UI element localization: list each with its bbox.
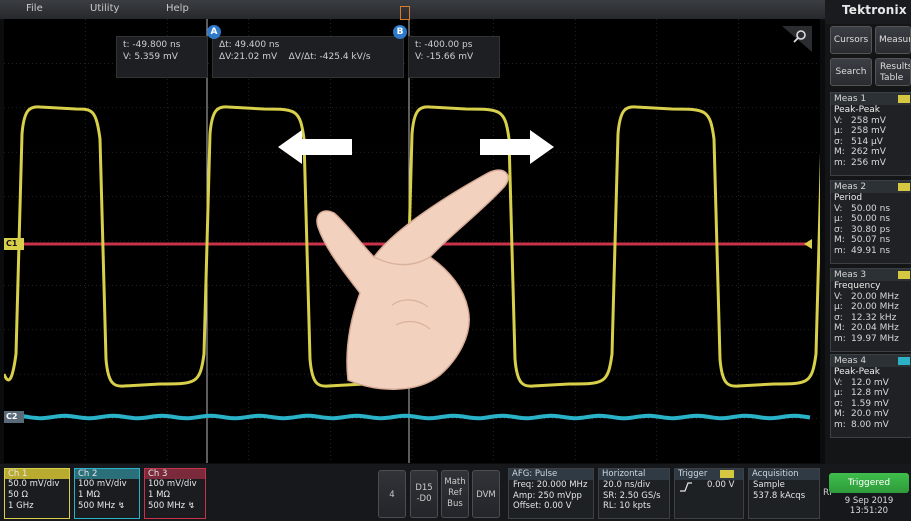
- math-ref-bus-button[interactable]: Math Ref Bus: [441, 470, 469, 518]
- hand-gesture-icon: [316, 169, 509, 390]
- menu-help[interactable]: Help: [166, 3, 189, 14]
- measurement-row: V: 20.00 MHz: [834, 291, 899, 302]
- date-time: 9 Sep 2019 13:51:20: [844, 496, 894, 516]
- channel-3-badge[interactable]: Ch 3 100 mV/div 1 MΩ 500 MHz ↯: [144, 468, 206, 519]
- measurement-row: μ: 12.8 mV: [834, 388, 889, 398]
- measurement-row: m: 8.00 mV: [834, 419, 889, 430]
- dvm-button[interactable]: DVM: [472, 470, 500, 518]
- measurement-row: V: 50.00 ns: [834, 203, 891, 214]
- cursor-b-handle[interactable]: B: [393, 25, 407, 39]
- digital-button[interactable]: D15 -D0: [410, 470, 438, 518]
- measurement-row: M: 20.04 MHz: [834, 323, 899, 333]
- cursor-a-readout: t: -49.800 ns V: 5.359 mV: [116, 36, 208, 78]
- meas-source-badge: [898, 95, 910, 103]
- measurement-name: Period: [834, 193, 863, 203]
- measurement-row: σ: 30.80 ps: [834, 224, 891, 235]
- measurement-2[interactable]: Meas 2 Period V: 50.00 ns μ: 50.00 ns σ: 30.80 …: [830, 180, 911, 264]
- brand-logo: Tektronix: [842, 3, 907, 17]
- measurement-row: σ: 514 μV: [834, 136, 883, 147]
- channel-1-badge[interactable]: Ch 1 50.0 mV/div 50 Ω1 GHz: [4, 468, 70, 519]
- measurement-3[interactable]: Meas 3 Frequency V: 20.00 MHz μ: 20.00 MHz σ: 1…: [830, 268, 911, 352]
- measurement-row: m: 49.91 ns: [834, 245, 891, 256]
- measurement-row: m: 19.97 MHz: [834, 333, 899, 344]
- ch2-trace: [8, 413, 811, 421]
- results-table-button[interactable]: Results Table: [875, 58, 911, 86]
- measurement-1[interactable]: Meas 1 Peak-Peak V: 258 mV μ: 258 mV σ: 514 μV M…: [830, 92, 911, 176]
- measurement-name: Peak-Peak: [834, 105, 880, 115]
- menu-utility[interactable]: Utility: [90, 3, 119, 14]
- add-channel-button[interactable]: 4: [378, 470, 406, 518]
- zoom-icon[interactable]: [782, 26, 812, 52]
- measurement-row: σ: 12.32 kHz: [834, 312, 897, 323]
- cursor-delta-readout: Δt: 49.400 ns ΔV:21.02 mV ΔV/Δt: -425.4 …: [212, 36, 404, 78]
- trigger-level-marker[interactable]: [804, 239, 812, 249]
- arrow-left-icon: [278, 130, 352, 164]
- measurement-row: σ: 1.59 mV: [834, 398, 889, 409]
- measurement-name: Peak-Peak: [834, 367, 880, 377]
- search-button[interactable]: Search: [830, 58, 872, 86]
- cursor-b-readout: t: -400.00 ps V: -15.66 mV: [408, 36, 500, 78]
- measurement-row: M: 50.07 ns: [834, 235, 891, 245]
- measurement-row: μ: 50.00 ns: [834, 214, 891, 224]
- cursor-a-handle[interactable]: A: [207, 25, 221, 39]
- menu-bar: File Utility Help: [0, 0, 825, 20]
- cursors-button[interactable]: Cursors: [830, 26, 872, 54]
- measurement-row: M: 262 mV: [834, 147, 886, 157]
- ch2-marker[interactable]: C2: [4, 411, 24, 423]
- afg-panel[interactable]: AFG: Pulse Freq: 20.000 MHz Amp: 250 mVp…: [508, 468, 594, 519]
- ch1-marker[interactable]: C1: [4, 238, 24, 250]
- measurement-4[interactable]: Meas 4 Peak-Peak V: 12.0 mV μ: 12.8 mV σ: 1.59 …: [830, 354, 911, 438]
- menu-file[interactable]: File: [26, 3, 43, 14]
- meas-source-badge: [898, 271, 910, 279]
- arrow-right-icon: [480, 130, 554, 164]
- trigger-source-badge: [720, 470, 734, 478]
- measurement-row: V: 258 mV: [834, 115, 886, 126]
- measurement-row: M: 20.0 mV: [834, 409, 889, 419]
- horizontal-panel[interactable]: Horizontal 20.0 ns/div SR: 2.50 GS/s RL:…: [598, 468, 670, 519]
- rising-edge-icon: [680, 482, 692, 492]
- measurement-row: m: 256 mV: [834, 157, 886, 168]
- measurement-row: μ: 258 mV: [834, 126, 886, 136]
- measurement-row: μ: 20.00 MHz: [834, 302, 899, 312]
- measurement-row: V: 12.0 mV: [834, 377, 889, 388]
- measurement-name: Frequency: [834, 281, 881, 291]
- triggered-status[interactable]: Triggered: [829, 473, 909, 493]
- meas-source-badge: [898, 357, 910, 365]
- measure-button[interactable]: Measure: [875, 26, 911, 54]
- meas-source-badge: [898, 183, 910, 191]
- acquisition-panel[interactable]: Acquisition Sample 537.8 kAcqs: [748, 468, 820, 519]
- trigger-position-marker[interactable]: [400, 6, 410, 20]
- channel-2-badge[interactable]: Ch 2 100 mV/div 1 MΩ 500 MHz ↯: [74, 468, 140, 519]
